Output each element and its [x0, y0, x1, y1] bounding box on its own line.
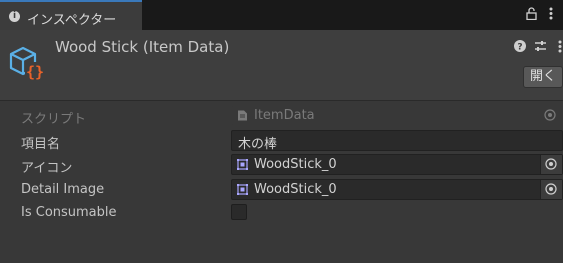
property-is-consumable: Is Consumable — [0, 202, 563, 224]
property-item-name: 項目名 木の棒 — [0, 130, 563, 152]
svg-text:{}: {} — [26, 63, 44, 81]
property-label: スクリプト — [21, 112, 87, 127]
object-picker-button[interactable] — [540, 155, 562, 174]
tab-title: インスペクター — [27, 13, 117, 28]
scriptable-object-icon: {} — [9, 46, 45, 81]
property-script: スクリプト ItemData — [0, 105, 563, 127]
tab-bar: i インスペクター — [0, 0, 563, 30]
kebab-menu-icon[interactable] — [549, 7, 553, 21]
target-icon — [545, 183, 557, 195]
script-field: ItemData — [231, 105, 563, 126]
script-value: ItemData — [254, 108, 315, 123]
property-label: アイコン — [21, 161, 73, 176]
info-icon: i — [9, 11, 20, 22]
help-icon[interactable]: ? — [513, 40, 527, 54]
object-picker-button — [540, 106, 562, 125]
svg-text:?: ? — [517, 43, 522, 53]
item-name-value: 木の棒 — [238, 137, 278, 152]
script-icon — [238, 110, 247, 121]
is-consumable-checkbox[interactable] — [231, 204, 247, 220]
presets-icon[interactable] — [533, 40, 547, 54]
icon-value: WoodStick_0 — [254, 157, 337, 172]
object-title: Wood Stick (Item Data) — [55, 38, 230, 56]
property-detail-image: Detail Image WoodStick_0 — [0, 179, 563, 201]
open-button[interactable]: 開く — [523, 66, 563, 88]
sprite-icon — [237, 159, 248, 170]
detail-image-object-field[interactable]: WoodStick_0 — [231, 179, 563, 200]
sprite-icon — [237, 184, 248, 195]
object-picker-button[interactable] — [540, 180, 562, 199]
lock-icon[interactable] — [526, 7, 537, 21]
icon-object-field[interactable]: WoodStick_0 — [231, 154, 563, 175]
tab-inspector[interactable]: i インスペクター — [0, 0, 142, 30]
property-label: 項目名 — [21, 137, 61, 152]
target-icon — [545, 158, 557, 170]
property-label: Detail Image — [21, 182, 105, 197]
property-icon: アイコン WoodStick_0 — [0, 154, 563, 176]
inspector-header: {} Wood Stick (Item Data) ? 開く — [0, 30, 563, 101]
item-name-field[interactable]: 木の棒 — [231, 130, 563, 152]
target-icon — [544, 109, 556, 121]
kebab-menu-icon[interactable] — [553, 40, 563, 54]
detail-image-value: WoodStick_0 — [254, 182, 337, 197]
property-label: Is Consumable — [21, 205, 117, 220]
